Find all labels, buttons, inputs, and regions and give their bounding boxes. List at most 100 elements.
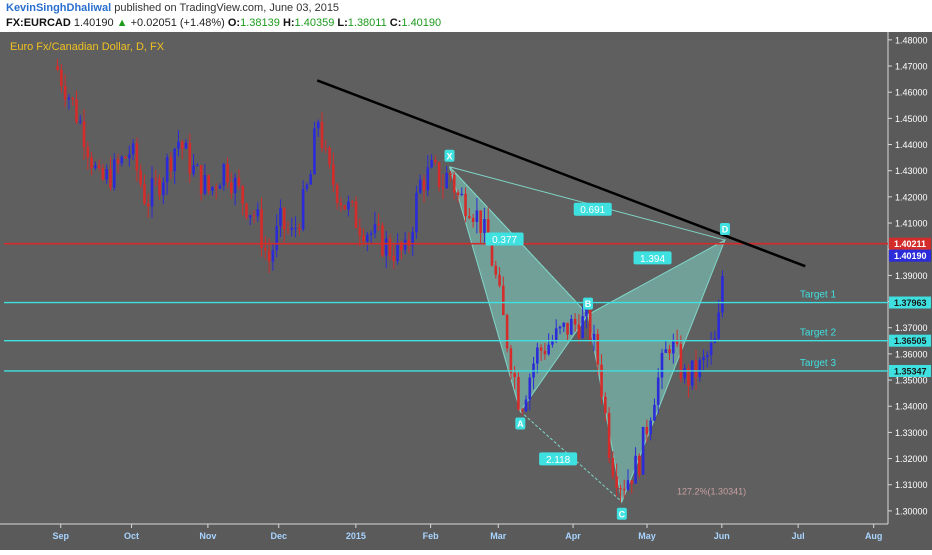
candle-body [124,156,127,159]
candle-body [660,352,664,378]
up-arrow-icon: ▲ [116,17,128,29]
candle-body [267,250,271,262]
candle-body [672,341,675,354]
candle-body [71,97,74,100]
y-tick-label: 1.48000 [895,35,928,45]
y-tick-label: 1.43000 [895,166,928,176]
candle-body [709,342,713,356]
candle-body [214,187,218,189]
candle-body [524,399,528,412]
chart-header: KevinSinghDhaliwal published on TradingV… [0,0,932,32]
y-tick-label: 1.36000 [895,349,928,359]
candle-body [479,210,482,233]
y-tick-label: 1.33000 [895,428,928,438]
chart-title: Euro Fx/Canadian Dollar, D, FX [10,41,165,53]
candle-body [415,192,418,233]
candle-body [418,179,422,193]
candle-body [252,215,256,217]
candle-body [619,487,622,490]
candle-body [460,193,464,195]
candle-body [237,177,241,186]
candle-body [441,186,445,189]
publish-line: KevinSinghDhaliwal published on TradingV… [6,2,339,14]
target-label: Target 3 [800,358,837,369]
candle-body [626,480,630,490]
candle-body [464,193,467,217]
chart-area[interactable]: 1.48000 1.47000 1.46000 1.45000 1.44000 1.430… [0,32,932,550]
candle-body [112,159,116,188]
candle-body [56,66,59,70]
x-tick-label: 2015 [346,531,366,541]
candle-body [422,179,426,191]
candle-body [437,162,441,187]
candle-body [396,242,399,262]
candle-body [653,404,656,421]
candle-body [702,356,705,361]
candle-body [320,121,324,149]
candle-body [471,217,475,223]
candle-body [509,348,513,374]
candle-body [604,396,607,413]
candle-body [566,322,569,335]
candle-body [679,344,683,379]
candle-body [328,148,331,165]
candle-body [343,205,346,210]
candle-body [634,455,637,484]
price-chart[interactable]: 1.48000 1.47000 1.46000 1.45000 1.44000 1.430… [0,32,932,550]
x-tick-label: Jul [792,531,805,541]
candle-body [426,167,430,191]
candle-body [675,341,679,345]
author-link[interactable]: KevinSinghDhaliwal [6,2,111,14]
candle-body [309,174,312,185]
candle-body [384,238,388,256]
y-tick-label: 1.37000 [895,323,928,333]
candle-body [78,121,82,123]
candle-body [339,202,343,206]
candle-body [638,455,641,475]
candle-body [180,141,184,149]
candle-body [120,156,124,164]
y-tick-label: 1.46000 [895,88,928,98]
candle-body [286,229,290,231]
candle-body [388,238,392,256]
candle-body [362,235,365,242]
candle-body [158,178,161,196]
close-value: 1.40190 [401,17,442,29]
candle-body [271,250,275,262]
plot-background [0,32,932,550]
x-tick-label: May [638,531,656,541]
candle-body [101,168,105,180]
close-label: C: [389,17,402,29]
candle-body [290,227,294,230]
y-tick-label: 1.35000 [895,376,928,386]
x-tick-label: Nov [199,531,216,541]
candle-body [260,209,263,249]
candle-body [403,239,407,251]
low-value: 1.38011 [347,17,387,29]
candle-body [449,173,452,176]
candle-body [332,164,335,185]
candle-body [392,255,396,262]
candle-body [581,316,584,338]
y-tick-label: 1.30000 [895,506,928,516]
candle-body [656,377,660,405]
price-label: 1.36505 [894,336,927,346]
candle-body [230,182,233,194]
candle-body [690,360,694,386]
candle-body [301,188,305,230]
candle-body [611,457,615,477]
candle-body [683,368,686,379]
candle-body [528,377,532,400]
price-label: 1.35347 [894,366,927,376]
candle-body [562,322,566,327]
candle-body [139,170,142,185]
candle-body [622,489,626,491]
symbol-name[interactable]: FX:EURCAD [6,17,71,29]
candle-body [211,187,214,191]
price-label: 1.37963 [894,298,927,308]
candle-body [498,274,501,286]
candle-body [105,169,108,180]
candle-body [305,184,309,189]
low-label: L: [337,17,348,29]
candle-body [169,157,173,172]
